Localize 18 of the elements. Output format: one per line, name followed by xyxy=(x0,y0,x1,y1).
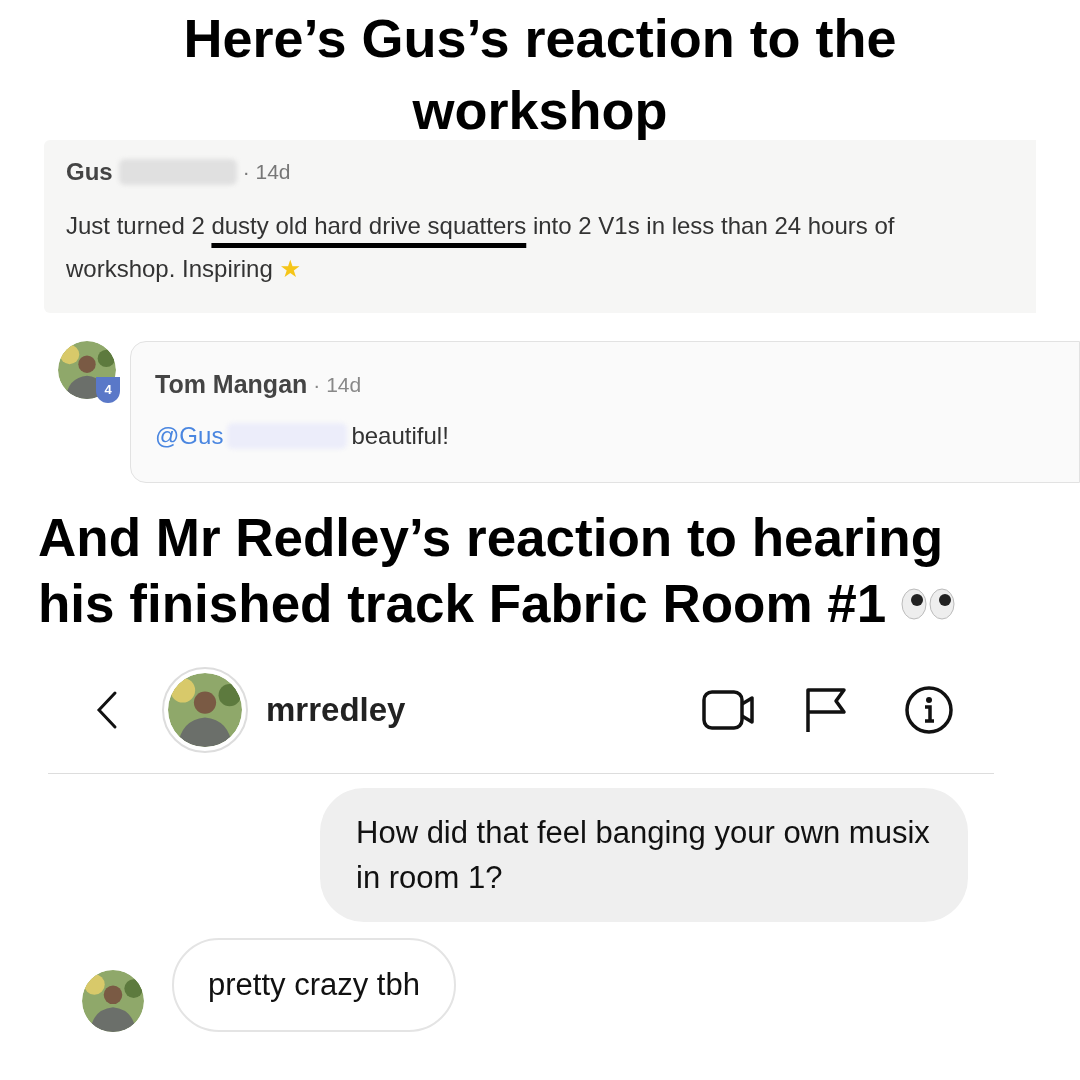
author-name: Tom Mangan xyxy=(155,369,308,400)
headline: Here’s Gus’s reaction to the workshop xyxy=(182,7,898,142)
comment-text: beautiful! xyxy=(351,420,449,451)
headline: his finished track Fabric Room #1 xyxy=(38,572,887,635)
flag-icon[interactable] xyxy=(804,685,848,734)
comment-time: · 14d xyxy=(313,372,362,398)
post-text: Just turned 2 dusty old hard drive squatters into 2 V1s in less than 24 hours of workshop. Inspiring ★ xyxy=(66,211,896,285)
headline: And Mr Redley’s reaction to hearing xyxy=(38,506,944,569)
eyes-icon xyxy=(900,587,957,620)
back-icon xyxy=(95,689,119,730)
level-badge: 4 xyxy=(96,377,120,403)
info-icon[interactable] xyxy=(904,684,954,735)
author-name: Gus xyxy=(66,157,113,187)
video-call-icon[interactable] xyxy=(702,687,756,732)
received-message: pretty crazy tbh xyxy=(172,937,456,1032)
sent-message: How did that feel banging your own musix in room 1? xyxy=(320,787,968,922)
post-time: · 14d xyxy=(242,159,291,186)
username[interactable]: mrredley xyxy=(266,684,406,735)
